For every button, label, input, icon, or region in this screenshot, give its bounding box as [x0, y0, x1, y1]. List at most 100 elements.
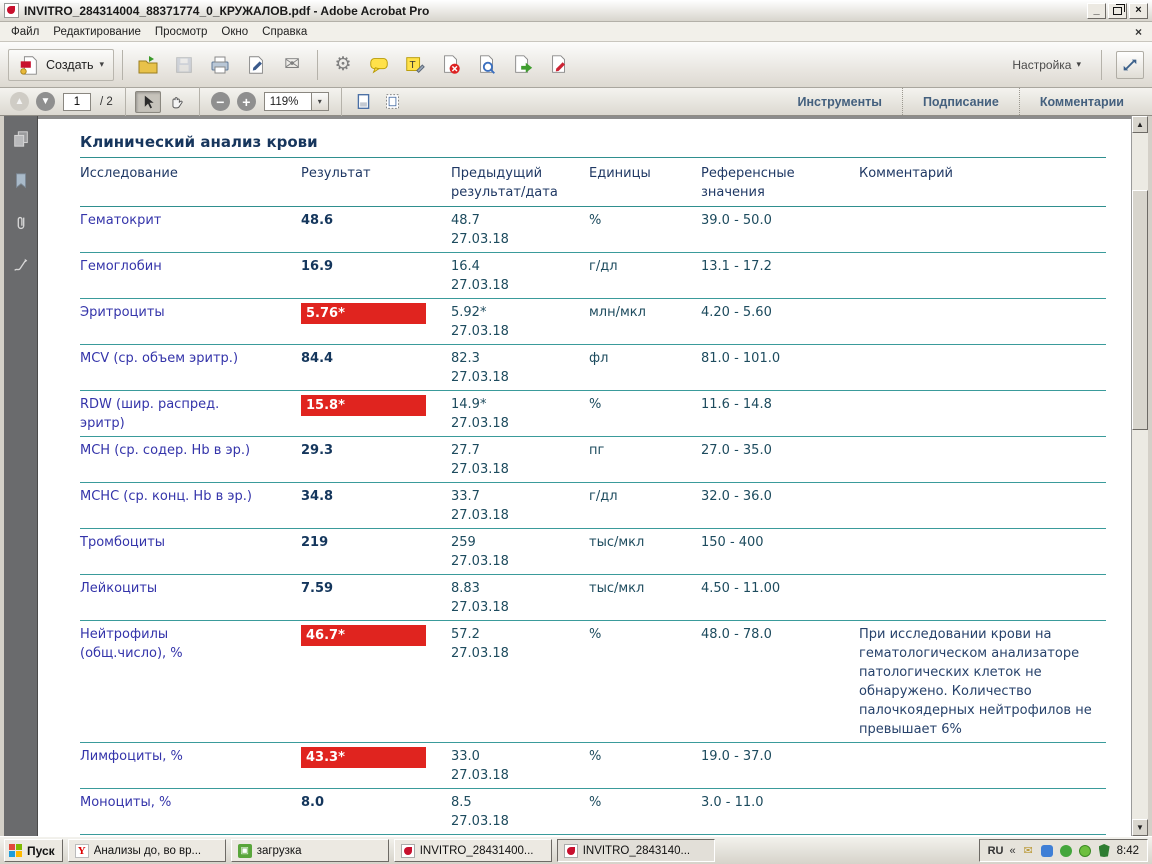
preferences-button[interactable]: ⚙ [326, 48, 360, 82]
reading-mode-button[interactable] [1116, 51, 1144, 79]
settings-label: Настройка [1012, 58, 1071, 72]
comment-pane-button[interactable]: Комментарии [1019, 88, 1144, 115]
cursor-arrow-icon [140, 94, 156, 110]
reference-range-cell: 27.0 - 35.0 [701, 441, 859, 479]
units-cell: млн/мкл [589, 303, 701, 341]
result-cell: 15.8* [301, 395, 451, 433]
document-viewport: Клинический анализ крови Исследование Ре… [0, 116, 1152, 836]
table-row: MCH (ср. содер. Hb в эр.)29.327.727.03.1… [80, 437, 1106, 483]
page-thumbnails-button[interactable] [8, 126, 34, 152]
reference-range-cell: 11.6 - 14.8 [701, 395, 859, 433]
hand-tool-button[interactable] [164, 91, 190, 113]
bookmarks-button[interactable] [8, 168, 34, 194]
test-name-cell: MCH (ср. содер. Hb в эр.) [80, 441, 301, 479]
print-button[interactable] [203, 48, 237, 82]
create-pdf-label: Создать [46, 58, 94, 72]
create-pdf-icon [18, 54, 40, 76]
previous-date: 27.03.18 [451, 598, 579, 617]
minimize-button[interactable]: _ [1087, 3, 1106, 19]
menu-view[interactable]: Просмотр [148, 24, 215, 40]
attachments-button[interactable] [8, 210, 34, 236]
text-annotation-button[interactable]: T [398, 48, 432, 82]
chevron-down-icon: ▾ [1076, 59, 1081, 70]
language-indicator[interactable]: RU [988, 845, 1004, 857]
result-cell: 5.76* [301, 303, 451, 341]
edit-document-button[interactable] [542, 48, 576, 82]
units-cell: % [589, 395, 701, 433]
taskbar-task-downloads[interactable]: ▣ загрузка [231, 839, 389, 862]
previous-date: 27.03.18 [451, 506, 579, 525]
units-cell: % [589, 211, 701, 249]
menu-edit[interactable]: Редактирование [46, 24, 148, 40]
acrobat-window: INVITRO_284314004_88371774_0_КРУЖАЛОВ.pd… [0, 0, 1152, 864]
mail-tray-icon[interactable]: ✉ [1022, 844, 1035, 857]
test-name-cell: Гемоглобин [80, 257, 301, 295]
antivirus-tray-icon[interactable] [1098, 844, 1111, 857]
previous-date: 27.03.18 [451, 552, 579, 571]
sign-pane-button[interactable]: Подписание [902, 88, 1019, 115]
column-header: Исследование [80, 164, 301, 202]
open-file-button[interactable] [131, 48, 165, 82]
tools-pane-button[interactable]: Инструменты [778, 88, 902, 115]
menu-bar: Файл Редактирование Просмотр Окно Справк… [0, 22, 1152, 42]
table-row: Гемоглобин16.916.427.03.18г/дл13.1 - 17.… [80, 253, 1106, 299]
email-button[interactable]: ✉ [275, 48, 309, 82]
zoom-in-button[interactable]: + [237, 92, 256, 111]
settings-dropdown[interactable]: Настройка ▾ [1006, 58, 1087, 72]
restore-button[interactable] [1108, 3, 1127, 19]
phone-tray-icon[interactable] [1060, 844, 1073, 857]
table-row: Моноциты, %8.08.527.03.18%3.0 - 11.0 [80, 789, 1106, 835]
save-button[interactable] [167, 48, 201, 82]
next-page-button[interactable]: ▼ [36, 92, 55, 111]
reference-range-cell: 4.50 - 11.00 [701, 579, 859, 617]
find-button[interactable] [470, 48, 504, 82]
messenger-tray-icon[interactable] [1041, 844, 1054, 857]
expand-arrows-icon [1121, 56, 1139, 74]
previous-date: 27.03.18 [451, 230, 579, 249]
test-name-cell: Моноциты, % [80, 793, 301, 831]
scroll-down-icon[interactable]: ▼ [1132, 819, 1148, 836]
taskbar-task-pdf-2-active[interactable]: INVITRO_2843140... [557, 839, 715, 862]
scrolling-mode-button[interactable] [351, 91, 377, 113]
test-name-line: Лейкоциты [80, 579, 291, 598]
zoom-out-button[interactable]: − [211, 92, 230, 111]
zoom-dropdown-button[interactable]: ▾ [312, 92, 329, 111]
sticky-note-button[interactable] [362, 48, 396, 82]
previous-date: 27.03.18 [451, 812, 579, 831]
delete-pages-button[interactable] [434, 48, 468, 82]
zoom-level-value[interactable]: 119% [264, 92, 312, 111]
page-number-input[interactable] [63, 93, 91, 111]
flagged-result-value: 46.7* [301, 625, 426, 646]
column-header: Результат [301, 164, 451, 202]
table-row: MCHC (ср. конц. Hb в эр.)34.833.727.03.1… [80, 483, 1106, 529]
scroll-up-icon[interactable]: ▲ [1132, 116, 1148, 133]
scrollbar-thumb[interactable] [1132, 190, 1148, 430]
close-document-icon[interactable]: × [1129, 25, 1148, 39]
previous-page-button[interactable]: ▲ [10, 92, 29, 111]
taskbar-task-browser[interactable]: Y Анализы до, во вр... [68, 839, 226, 862]
column-header: Референсные значения [701, 164, 859, 202]
menu-window[interactable]: Окно [214, 24, 255, 40]
comment-cell: При исследовании крови на гематологическ… [859, 625, 1106, 739]
toolbar-separator [122, 50, 123, 80]
previous-result-cell: 33.727.03.18 [451, 487, 589, 525]
start-button[interactable]: Пуск [4, 839, 63, 862]
flagged-result-value: 15.8* [301, 395, 426, 416]
result-cell: 8.0 [301, 793, 451, 831]
previous-result-cell: 57.227.03.18 [451, 625, 589, 739]
taskbar-task-pdf-1[interactable]: INVITRO_28431400... [394, 839, 552, 862]
create-pdf-button[interactable]: Создать ▾ [8, 49, 114, 81]
previous-value: 82.3 [451, 349, 579, 368]
export-button[interactable] [506, 48, 540, 82]
select-tool-button[interactable] [135, 91, 161, 113]
menu-file[interactable]: Файл [4, 24, 46, 40]
chat-tray-icon[interactable] [1079, 844, 1092, 857]
signatures-button[interactable] [8, 252, 34, 278]
tray-chevron-icon[interactable]: « [1009, 845, 1015, 857]
fit-page-button[interactable] [380, 91, 406, 113]
previous-date: 27.03.18 [451, 368, 579, 387]
sign-document-button[interactable] [239, 48, 273, 82]
close-button[interactable]: × [1129, 3, 1148, 19]
menu-help[interactable]: Справка [255, 24, 314, 40]
vertical-scrollbar[interactable]: ▲ ▼ [1131, 116, 1148, 836]
